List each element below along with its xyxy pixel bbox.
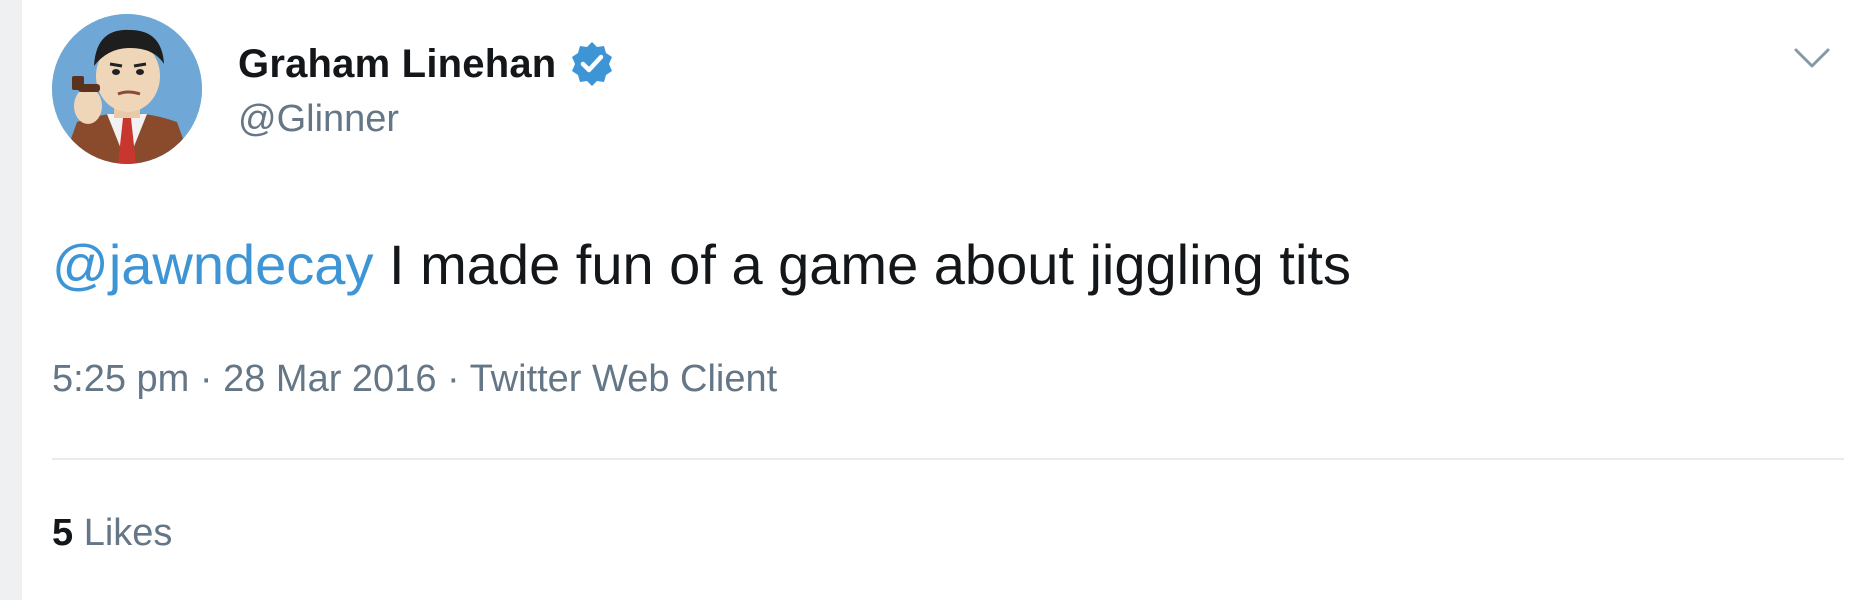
- meta-separator: ·: [436, 358, 470, 400]
- likes-stat[interactable]: 5 Likes: [52, 512, 172, 555]
- avatar[interactable]: [52, 14, 202, 164]
- chevron-down-icon[interactable]: [1790, 42, 1834, 74]
- meta-separator: ·: [189, 358, 224, 400]
- likes-count: 5: [52, 512, 74, 554]
- tweet-date[interactable]: 28 Mar 2016: [223, 358, 436, 400]
- divider: [52, 458, 1844, 460]
- tweet-card: Graham Linehan @Glinner @jawndecay I mad…: [0, 0, 1867, 600]
- tweet-source[interactable]: Twitter Web Client: [470, 358, 778, 400]
- mention-link[interactable]: @jawndecay: [52, 233, 373, 296]
- likes-label: Likes: [73, 512, 173, 554]
- verified-badge-icon: [572, 42, 613, 86]
- author-handle[interactable]: @Glinner: [238, 98, 399, 141]
- avatar-illustration: [52, 14, 202, 164]
- tweet-text: @jawndecay I made fun of a game about ji…: [52, 230, 1351, 300]
- tweet-meta: 5:25 pm · 28 Mar 2016 · Twitter Web Clie…: [52, 358, 777, 401]
- tweet-time[interactable]: 5:25 pm: [52, 358, 189, 400]
- author-display-name[interactable]: Graham Linehan: [238, 42, 556, 87]
- author-name-row: Graham Linehan: [238, 36, 616, 92]
- tweet-body: I made fun of a game about jiggling tits: [373, 233, 1351, 296]
- left-rail: [0, 0, 22, 600]
